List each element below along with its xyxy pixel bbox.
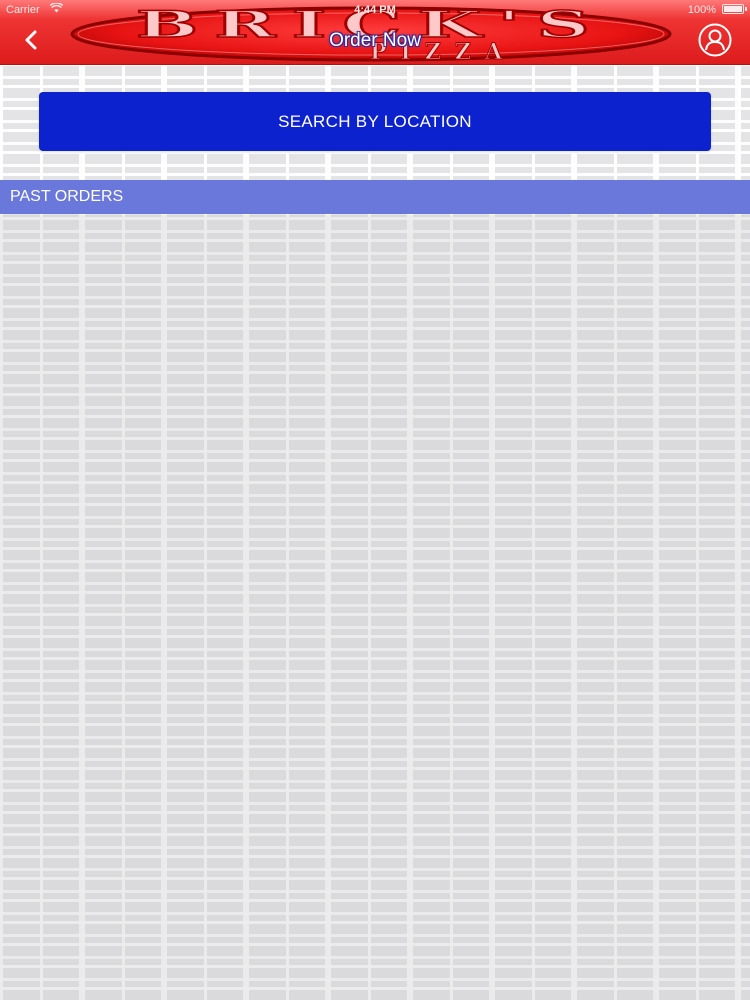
page-title: Order Now	[329, 30, 421, 51]
back-button[interactable]	[18, 26, 46, 54]
past-orders-list[interactable]	[0, 214, 750, 1000]
battery-icon	[722, 4, 747, 14]
profile-button[interactable]	[698, 23, 732, 57]
battery-percentage: 100%	[687, 4, 716, 16]
order-now-screen: Carrier 4:44 PM 100% BRICK'S PIZZA Order…	[0, 0, 750, 1000]
user-profile-icon	[698, 23, 732, 57]
status-bar: Carrier 4:44 PM 100%	[0, 0, 750, 20]
search-by-location-button[interactable]: SEARCH BY LOCATION	[39, 92, 711, 151]
past-orders-section-header: PAST ORDERS	[0, 180, 750, 214]
clock: 4:44 PM	[354, 4, 396, 16]
navigation-bar: Carrier 4:44 PM 100% BRICK'S PIZZA Order…	[0, 0, 750, 65]
chevron-left-icon	[25, 30, 37, 50]
